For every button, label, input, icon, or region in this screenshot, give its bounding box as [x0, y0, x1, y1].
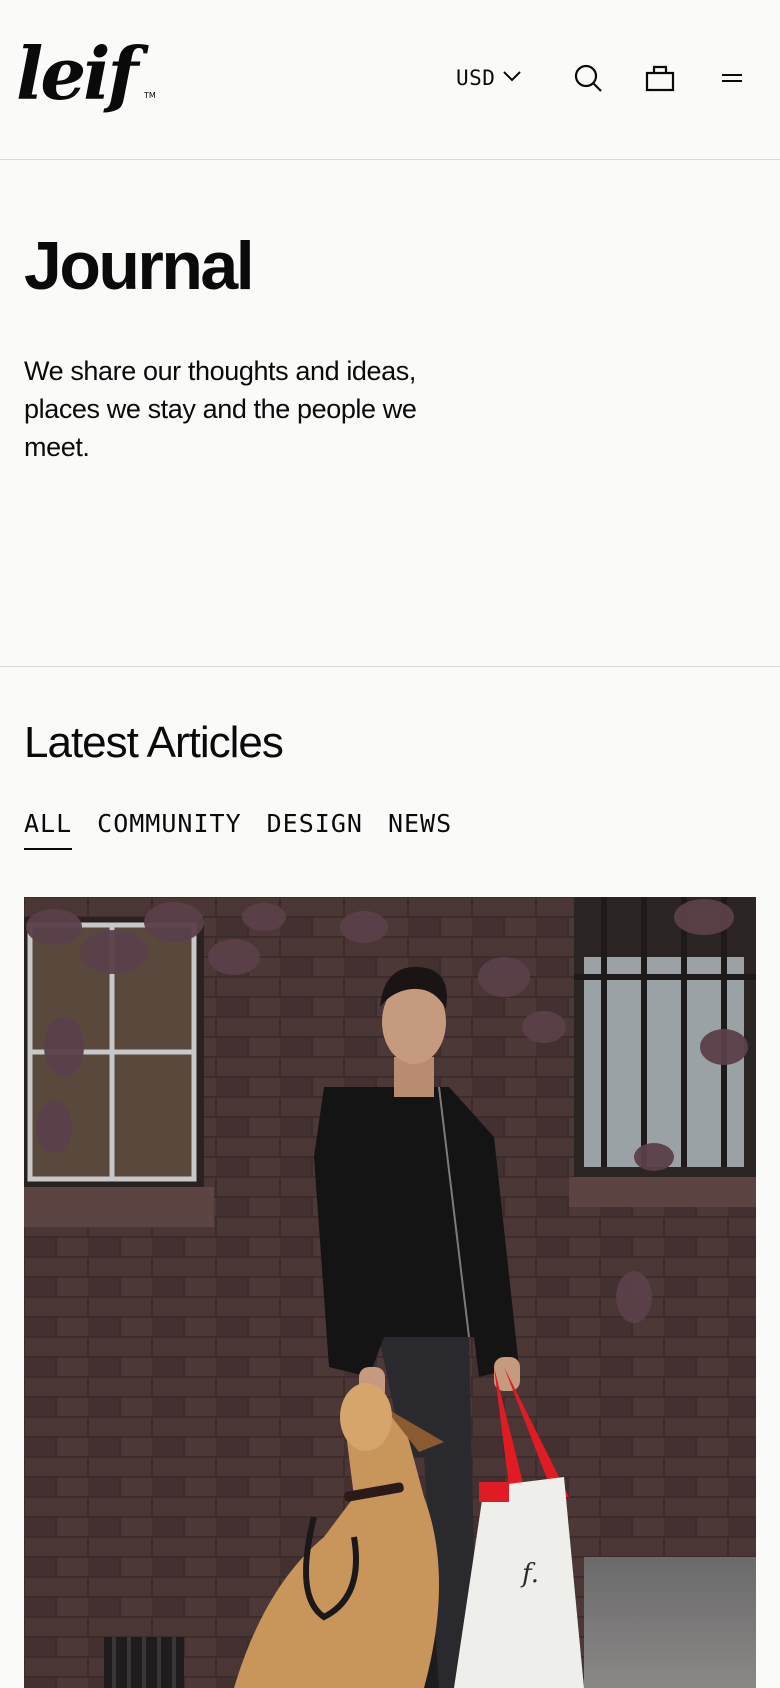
- tab-all[interactable]: ALL: [24, 809, 73, 850]
- journal-hero: Journal We share our thoughts and ideas,…: [0, 160, 780, 667]
- featured-article-image[interactable]: f.: [24, 897, 756, 1688]
- cart-button[interactable]: [640, 60, 680, 100]
- menu-icon: [720, 71, 744, 89]
- floor-vent: [104, 1637, 184, 1688]
- shopping-bag-icon: [645, 64, 675, 97]
- tab-design[interactable]: DESIGN: [267, 809, 363, 850]
- latest-articles-section: Latest Articles ALL COMMUNITY DESIGN NEW…: [0, 667, 780, 1688]
- currency-label: USD: [456, 66, 496, 90]
- category-tabs: ALL COMMUNITY DESIGN NEWS: [24, 809, 452, 850]
- logo-wordmark: leif: [16, 42, 150, 116]
- page-title: Journal: [24, 228, 255, 304]
- search-icon: [573, 63, 603, 98]
- tab-community[interactable]: COMMUNITY: [97, 809, 241, 850]
- currency-selector[interactable]: USD: [456, 62, 522, 94]
- logo-trademark: TM: [143, 91, 156, 100]
- article-photo: f.: [24, 897, 756, 1688]
- section-title: Latest Articles: [24, 718, 284, 767]
- svg-text:f.: f.: [520, 1559, 539, 1589]
- leif-logo-mark: leif TM: [16, 31, 156, 116]
- tab-news[interactable]: NEWS: [388, 809, 452, 850]
- site-header: leif TM USD: [0, 0, 780, 160]
- pavement: [584, 1557, 756, 1688]
- search-button[interactable]: [568, 60, 608, 100]
- leif-logo[interactable]: leif TM: [16, 31, 161, 116]
- page-description: We share our thoughts and ideas, places …: [24, 356, 417, 462]
- menu-button[interactable]: [712, 60, 752, 100]
- chevron-down-icon: [503, 69, 522, 87]
